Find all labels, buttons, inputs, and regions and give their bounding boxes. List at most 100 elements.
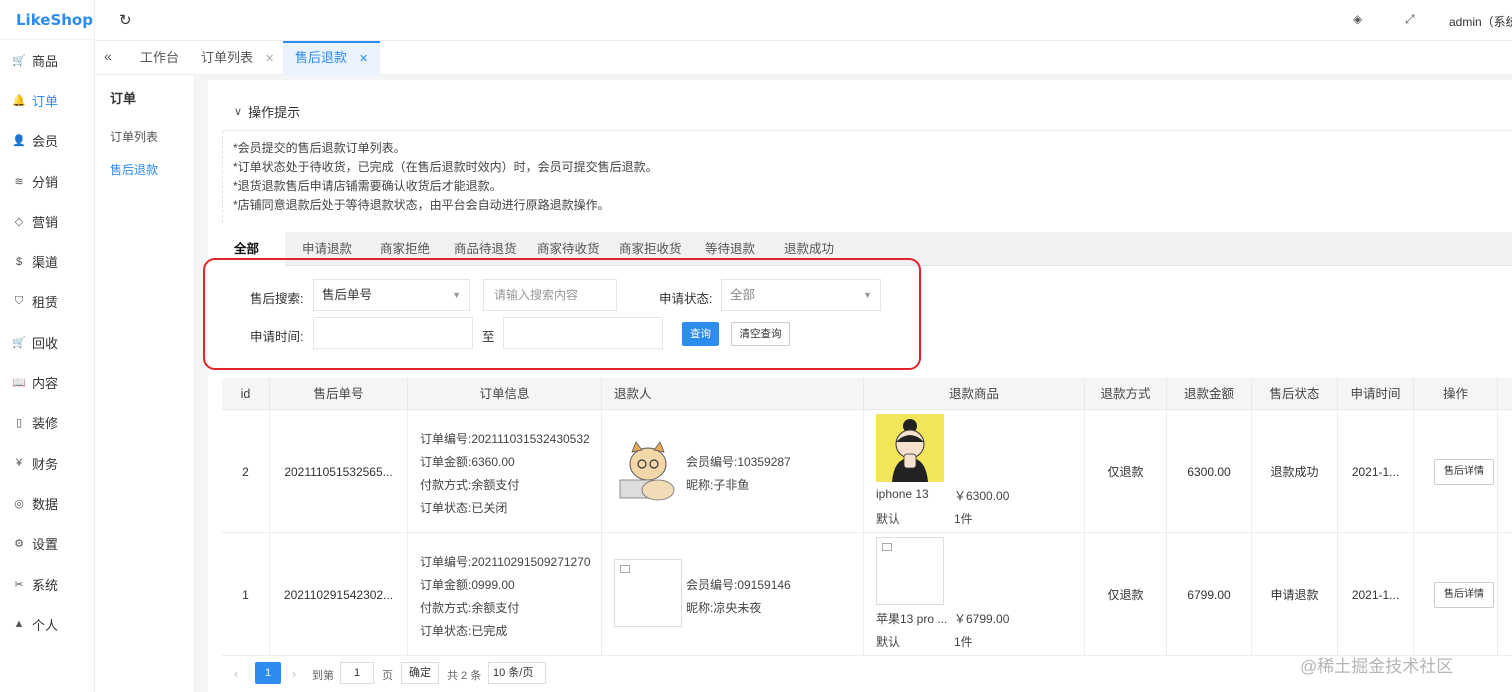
tab-workbench[interactable]: 工作台 bbox=[140, 41, 179, 75]
user-icon: 👤 bbox=[12, 135, 26, 148]
after-sale-detail-button[interactable]: 售后详情 bbox=[1434, 582, 1494, 608]
nav-item-label: 系统 bbox=[32, 577, 59, 593]
nav-item-label: 装修 bbox=[32, 416, 59, 432]
cell-order-info: 订单编号:202111031532430532 订单金额:6360.00 付款方… bbox=[408, 410, 602, 533]
cell-status: 申请退款 bbox=[1252, 533, 1338, 656]
nav-item-12[interactable]: ⚙ 设置 bbox=[0, 524, 94, 564]
next-page-icon[interactable]: › bbox=[292, 667, 296, 681]
query-button[interactable]: 查询 bbox=[682, 322, 719, 346]
fullscreen-icon[interactable]: ⤢ bbox=[1405, 12, 1415, 27]
broken-image-icon bbox=[620, 565, 630, 573]
tab-after-sale[interactable]: 售后退款 ✕ bbox=[283, 41, 381, 75]
cell-order-info: 订单编号:202110291509271270 订单金额:0999.00 付款方… bbox=[408, 533, 602, 656]
page-size-select[interactable]: 10 条/页 ⌄ bbox=[488, 662, 546, 692]
time-label: 申请时间: bbox=[250, 330, 304, 344]
nav-item-5[interactable]: $ 渠道 bbox=[0, 241, 94, 281]
cell-time: 2021-1... bbox=[1338, 533, 1414, 656]
nav-item-label: 会员 bbox=[32, 134, 59, 150]
tip-line: *店铺同意退款后处于等待退款状态，由平台会自动进行原路退款操作。 bbox=[233, 198, 610, 212]
nav-item-2[interactable]: 👤 会员 bbox=[0, 121, 94, 161]
search-input[interactable]: 请输入搜索内容 bbox=[483, 279, 617, 311]
nav-item-14[interactable]: ▲ 个人 bbox=[0, 604, 94, 644]
chevron-down-icon: ∨ bbox=[234, 106, 243, 118]
cell-sn: 202110291542302... bbox=[270, 533, 408, 656]
dollar-icon: $ bbox=[15, 255, 23, 268]
close-icon[interactable]: ✕ bbox=[359, 53, 368, 65]
nav-item-label: 商品 bbox=[32, 53, 59, 69]
cart-icon: 🛒 bbox=[12, 336, 26, 349]
cart-icon: 🛒 bbox=[12, 54, 26, 67]
chevron-down-icon: ▼ bbox=[452, 290, 461, 300]
nav-item-4[interactable]: ◇ 营销 bbox=[0, 201, 94, 241]
status-label: 申请状态: bbox=[659, 292, 713, 306]
end-date-input[interactable] bbox=[503, 317, 663, 349]
nav-item-6[interactable]: ⛉ 租赁 bbox=[0, 282, 94, 322]
nav-item-label: 个人 bbox=[32, 617, 59, 633]
goods-image[interactable] bbox=[876, 414, 944, 482]
nav-item-label: 内容 bbox=[32, 376, 59, 392]
search-type-select[interactable]: 售后单号 ▼ bbox=[313, 279, 470, 311]
tool-icon: ✂ bbox=[14, 578, 24, 591]
nav-item-3[interactable]: ≋ 分销 bbox=[0, 161, 94, 201]
tag-icon[interactable]: ◈ bbox=[1353, 12, 1362, 26]
goto-confirm-button[interactable]: 确定 bbox=[401, 662, 439, 684]
nav-item-label: 订单 bbox=[32, 93, 59, 109]
th-time: 申请时间 bbox=[1338, 378, 1414, 410]
th-refund-way: 退款方式 bbox=[1085, 378, 1167, 410]
goto-page-input[interactable]: 1 bbox=[340, 662, 374, 684]
th-status: 售后状态 bbox=[1252, 378, 1338, 410]
top-header: ↻ ◈ ⤢ admin（系统 bbox=[95, 0, 1512, 40]
refresh-icon[interactable]: ↻ bbox=[119, 11, 132, 29]
cell-refund-amount: 6799.00 bbox=[1167, 533, 1252, 656]
watermark: @稀土掘金技术社区 bbox=[1300, 657, 1454, 676]
cell-op: 售后详情 bbox=[1414, 533, 1498, 656]
cell-goods: iphone 13 ￥6300.00 默认 1件 bbox=[864, 410, 1085, 533]
table-row: 2 202111051532565... 订单编号:20211103153243… bbox=[222, 410, 1512, 533]
nav-item-10[interactable]: ¥ 财务 bbox=[0, 443, 94, 483]
subnav-item-after-sale[interactable]: 售后退款 bbox=[110, 161, 158, 178]
search-label: 售后搜索: bbox=[250, 292, 304, 306]
collapse-icon[interactable]: « bbox=[104, 48, 112, 64]
admin-user[interactable]: admin（系统 bbox=[1449, 13, 1512, 30]
nav-item-9[interactable]: ▯ 装修 bbox=[0, 403, 94, 443]
page-number[interactable]: 1 bbox=[255, 662, 281, 684]
close-icon[interactable]: ✕ bbox=[265, 53, 274, 65]
nav-item-11[interactable]: ◎ 数据 bbox=[0, 483, 94, 523]
nav-item-7[interactable]: 🛒 回收 bbox=[0, 322, 94, 362]
tab-order-list[interactable]: 订单列表 ✕ bbox=[201, 41, 274, 75]
nav-item-0[interactable]: 🛒 商品 bbox=[0, 40, 94, 80]
cell-goods: 苹果13 pro ... ￥6799.00 默认 1件 bbox=[864, 533, 1085, 656]
start-date-input[interactable] bbox=[313, 317, 473, 349]
total-count: 共 2 条 bbox=[447, 670, 482, 682]
cell-time: 2021-1... bbox=[1338, 410, 1414, 533]
gear-icon: ⚙ bbox=[14, 538, 24, 551]
table-row: 1 202110291542302... 订单编号:20211029150927… bbox=[222, 533, 1512, 656]
tip-line: *订单状态处于待收货，已完成（在售后退款时效内）时，会员可提交售后退款。 bbox=[233, 160, 658, 174]
status-select[interactable]: 全部 ▼ bbox=[721, 279, 881, 311]
nav-item-label: 分销 bbox=[32, 174, 59, 190]
sub-nav: 订单 订单列表 售后退款 bbox=[95, 75, 195, 692]
phone-icon: ▯ bbox=[15, 417, 23, 430]
th-refunder: 退款人 bbox=[602, 378, 864, 410]
cell-id: 1 bbox=[222, 533, 270, 656]
nav-item-13[interactable]: ✂ 系统 bbox=[0, 564, 94, 604]
clear-query-button[interactable]: 清空查询 bbox=[731, 322, 790, 346]
prev-page-icon[interactable]: ‹ bbox=[234, 667, 238, 681]
nav-item-8[interactable]: 📖 内容 bbox=[0, 362, 94, 402]
th-goods: 退款商品 bbox=[864, 378, 1085, 410]
refund-table: id 售后单号 订单信息 退款人 退款商品 退款方式 退款金额 售后状态 申请时… bbox=[222, 378, 1512, 656]
nav-item-1[interactable]: 🔔 订单 bbox=[0, 80, 94, 120]
broken-image-icon bbox=[882, 543, 892, 551]
cell-sn: 202111051532565... bbox=[270, 410, 408, 533]
tips-body: *会员提交的售后退款订单列表。 *订单状态处于待收货，已完成（在售后退款时效内）… bbox=[222, 131, 1512, 223]
yen-icon: ¥ bbox=[15, 457, 23, 470]
nav-item-label: 回收 bbox=[32, 335, 59, 351]
subnav-item-order-list[interactable]: 订单列表 bbox=[110, 128, 158, 145]
chevron-down-icon: ⌄ bbox=[493, 687, 502, 692]
cell-refund-amount: 6300.00 bbox=[1167, 410, 1252, 533]
person-icon: ▲ bbox=[13, 618, 25, 631]
logo[interactable]: LikeShop bbox=[0, 0, 94, 40]
tips-header[interactable]: ∨ 操作提示 bbox=[222, 93, 1512, 131]
goods-image[interactable] bbox=[876, 537, 944, 605]
after-sale-detail-button[interactable]: 售后详情 bbox=[1434, 459, 1494, 485]
